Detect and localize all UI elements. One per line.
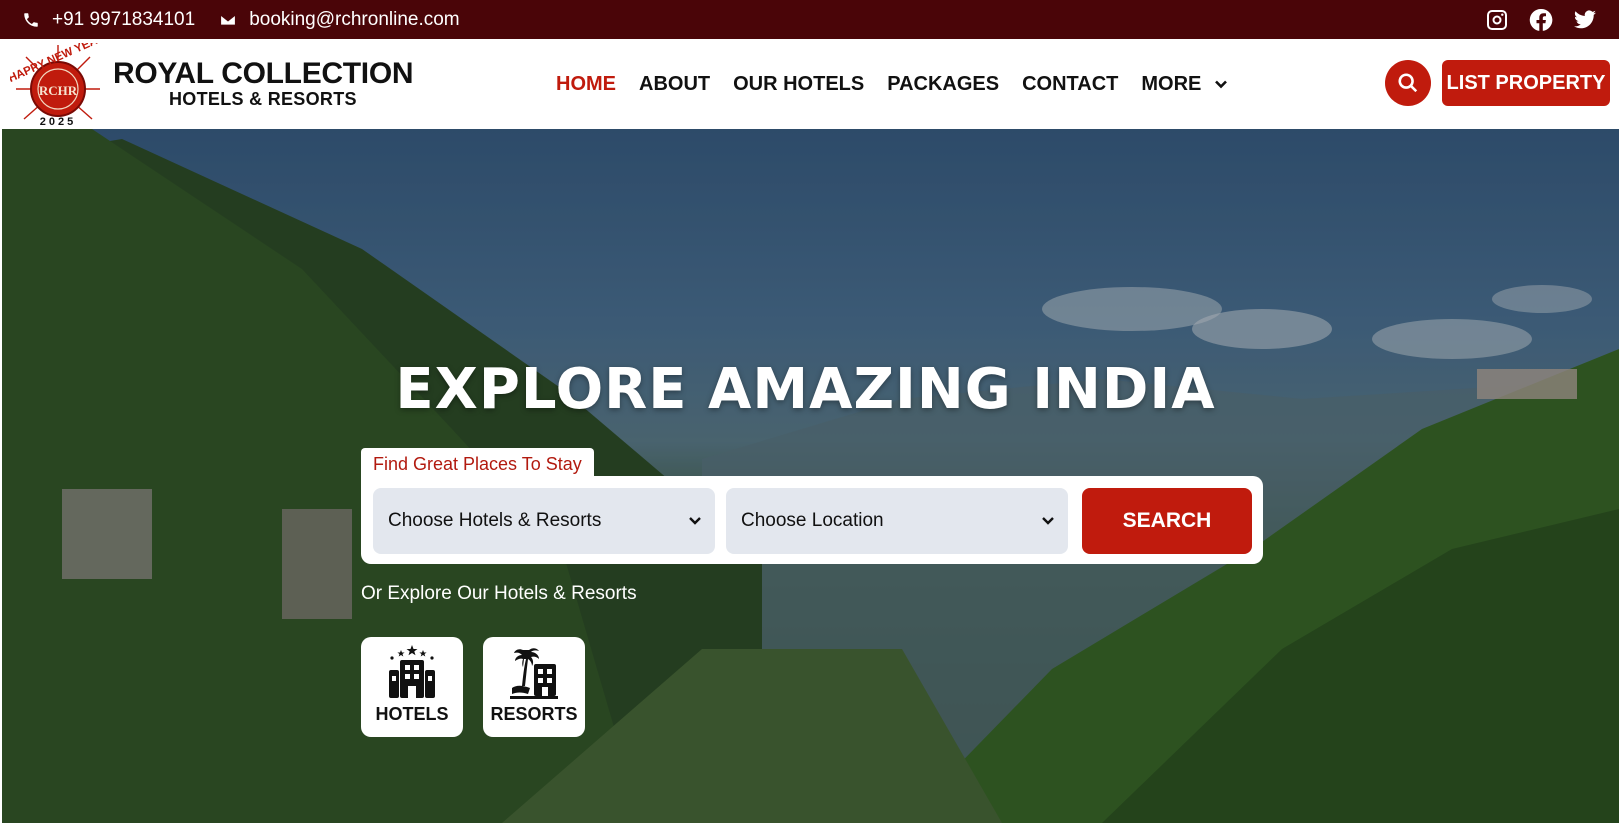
property-type-select[interactable]: Choose Hotels & Resorts — [373, 488, 715, 554]
twitter-icon[interactable] — [1573, 8, 1597, 32]
nav-item-home[interactable]: HOME — [556, 73, 616, 96]
phone-number[interactable]: +91 9971834101 — [52, 9, 195, 31]
badge-monogram: RCHR — [39, 83, 78, 98]
search-button[interactable]: SEARCH — [1082, 488, 1252, 554]
category-label-hotels: HOTELS — [375, 704, 449, 724]
facebook-icon[interactable] — [1529, 8, 1553, 32]
nav-item-more-label: MORE — [1141, 72, 1202, 95]
search-icon — [1398, 73, 1418, 93]
email-address[interactable]: booking@rchronline.com — [249, 9, 459, 31]
nav-item-more[interactable]: MORE — [1141, 73, 1229, 96]
explore-text: Or Explore Our Hotels & Resorts — [361, 583, 637, 604]
main-nav: HOME ABOUT OUR HOTELS PACKAGES CONTACT M… — [556, 39, 1252, 129]
brand-name[interactable]: ROYAL COLLECTION — [113, 57, 414, 91]
chevron-down-icon — [1042, 517, 1054, 525]
category-card-resorts[interactable]: RESORTS — [483, 637, 585, 737]
brand-tagline: HOTELS & RESORTS — [169, 89, 357, 109]
chevron-down-icon — [689, 517, 701, 525]
logo-badge[interactable]: RCHR HAPPY NEW YEAR 2025 — [10, 43, 106, 127]
hero-title: EXPLORE AMAZING INDIA — [395, 357, 1216, 422]
chevron-down-icon — [1215, 80, 1228, 89]
location-value: Choose Location — [741, 510, 884, 531]
location-select[interactable]: Choose Location — [726, 488, 1068, 554]
property-type-value: Choose Hotels & Resorts — [388, 510, 602, 531]
top-bar: +91 9971834101 booking@rchronline.com — [0, 0, 1619, 39]
hero-section: EXPLORE AMAZING INDIA Find Great Places … — [2, 129, 1619, 823]
site-header: RCHR HAPPY NEW YEAR 2025 ROYAL COLLECTIO… — [0, 39, 1619, 129]
badge-year: 2025 — [40, 116, 76, 127]
resort-palm-icon — [510, 648, 558, 699]
list-property-button[interactable]: LIST PROPERTY — [1442, 60, 1610, 106]
phone-icon — [24, 12, 38, 27]
category-label-resorts: RESORTS — [490, 704, 578, 724]
category-card-hotels[interactable]: HOTELS — [361, 637, 463, 737]
envelope-icon — [220, 13, 237, 26]
nav-item-packages[interactable]: PACKAGES — [887, 73, 999, 96]
hotel-building-icon — [389, 645, 435, 698]
search-panel: Choose Hotels & Resorts Choose Location … — [361, 476, 1263, 564]
social-links — [1485, 8, 1597, 32]
email-contact[interactable]: booking@rchronline.com — [219, 9, 460, 31]
phone-contact[interactable]: +91 9971834101 — [22, 9, 195, 31]
nav-item-contact[interactable]: CONTACT — [1022, 73, 1118, 96]
nav-item-our-hotels[interactable]: OUR HOTELS — [733, 73, 864, 96]
header-search-button[interactable] — [1385, 60, 1431, 106]
instagram-icon[interactable] — [1485, 8, 1509, 32]
nav-item-about[interactable]: ABOUT — [639, 73, 710, 96]
